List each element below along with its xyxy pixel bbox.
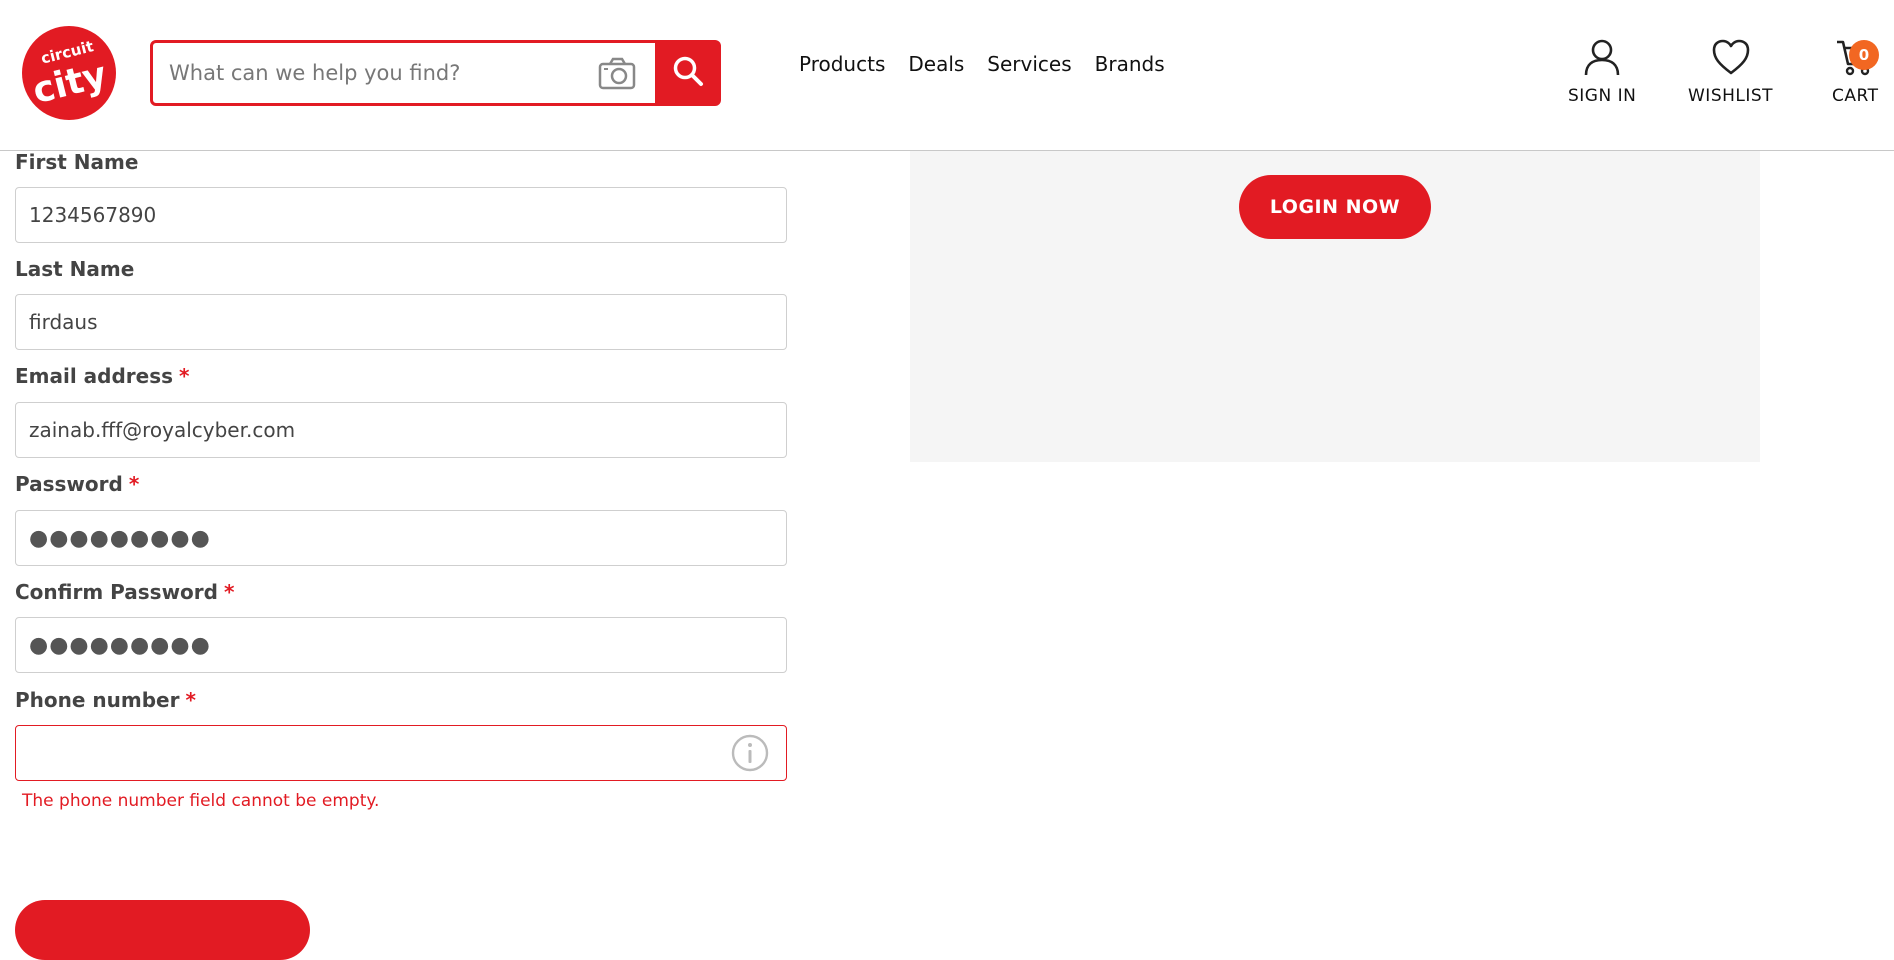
camera-icon[interactable] (597, 55, 637, 91)
search-button[interactable] (655, 40, 721, 106)
first-name-field[interactable] (15, 187, 787, 243)
site-header: circuit city Products Deals Servic (0, 0, 1894, 151)
heart-icon (1711, 38, 1751, 80)
email-label: Email address * (15, 364, 190, 388)
nav-brands[interactable]: Brands (1095, 52, 1165, 76)
sign-in-label: SIGN IN (1568, 86, 1637, 106)
info-icon (731, 734, 769, 772)
user-icon (1582, 38, 1622, 80)
wishlist-label: WISHLIST (1688, 86, 1774, 106)
search-icon (672, 55, 704, 91)
phone-error-message: The phone number field cannot be empty. (22, 791, 380, 811)
create-account-button[interactable] (15, 900, 310, 960)
circuit-city-logo[interactable]: circuit city (21, 25, 117, 121)
password-field[interactable] (15, 510, 787, 566)
confirm-password-field[interactable] (15, 617, 787, 673)
phone-field[interactable] (15, 725, 787, 781)
sign-in-link[interactable]: SIGN IN (1568, 38, 1636, 106)
last-name-label: Last Name (15, 257, 135, 281)
first-name-label: First Name (15, 150, 139, 174)
email-field[interactable] (15, 402, 787, 458)
main-nav: Products Deals Services Brands (799, 52, 1165, 76)
nav-deals[interactable]: Deals (908, 52, 964, 76)
password-label: Password * (15, 472, 140, 496)
search-input[interactable] (153, 43, 593, 103)
cart-count-badge: 0 (1849, 40, 1879, 70)
required-marker: * (185, 688, 196, 712)
phone-label: Phone number * (15, 688, 196, 712)
nav-products[interactable]: Products (799, 52, 885, 76)
login-now-button[interactable]: LOGIN NOW (1239, 175, 1431, 239)
wishlist-link[interactable]: WISHLIST (1688, 38, 1773, 106)
search-bar (150, 40, 721, 106)
confirm-password-label: Confirm Password * (15, 580, 235, 604)
required-marker: * (179, 364, 190, 388)
login-panel: LOGIN NOW (910, 151, 1760, 462)
cart-label: CART (1832, 86, 1879, 106)
last-name-field[interactable] (15, 294, 787, 350)
nav-services[interactable]: Services (987, 52, 1071, 76)
required-marker: * (223, 580, 235, 604)
required-marker: * (128, 472, 140, 496)
